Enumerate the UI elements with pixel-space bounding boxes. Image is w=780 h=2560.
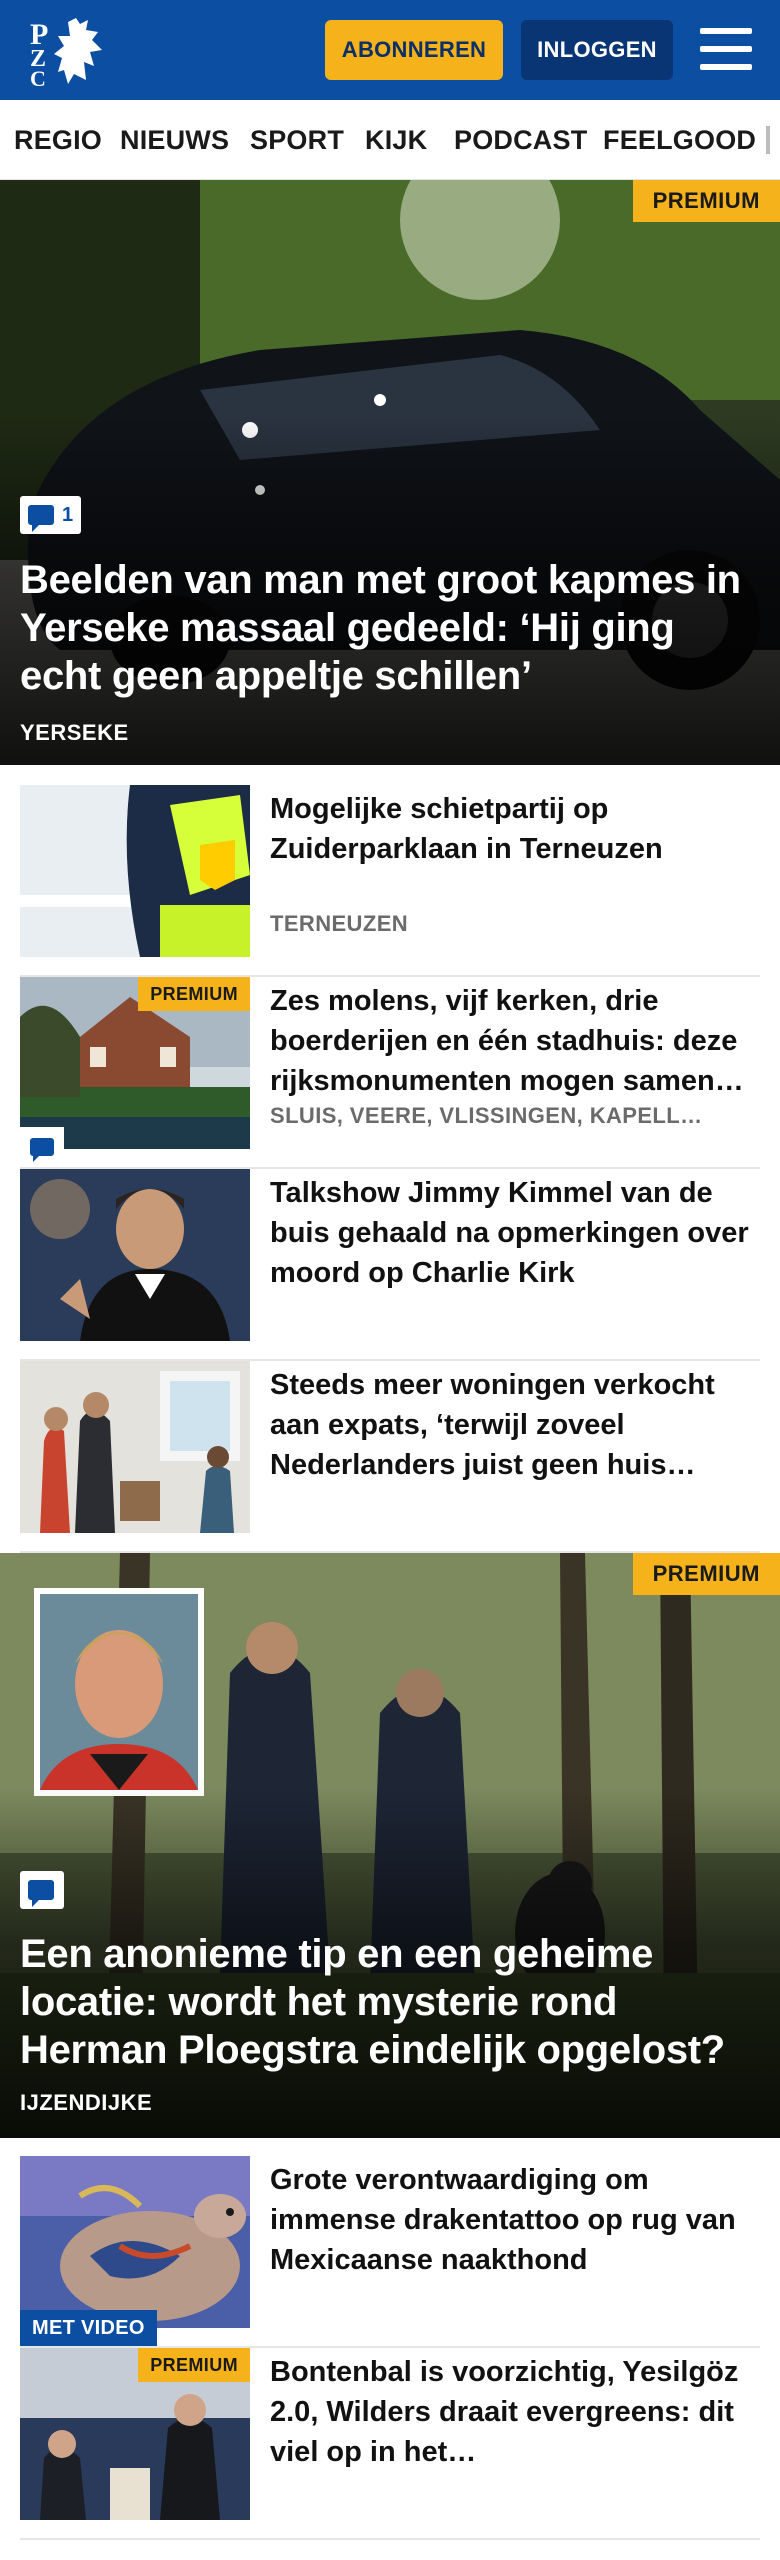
nav-overflow-hint [766,126,770,154]
video-badge: MET VIDEO [20,2310,157,2346]
comment-count: 1 [62,503,74,526]
hero-headline[interactable]: Een anonieme tip en een geheime locatie:… [20,1930,760,2074]
nav-item-kijk[interactable]: KIJK [365,100,427,179]
premium-badge: PREMIUM [632,180,780,222]
hero-article-ploegstra[interactable]: PREMIUM Een anonieme tip en een geheime … [0,1553,780,2138]
nav-item-feelgood[interactable]: FEELGOOD [603,100,756,179]
comment-badge[interactable] [20,1871,64,1909]
premium-badge: PREMIUM [138,2348,250,2382]
article-item-schietpartij[interactable]: Mogelijke schietpartij op Zuiderparklaan… [20,785,760,977]
comment-count-badge[interactable]: 1 [20,496,82,534]
article-title[interactable]: Grote verontwaardiging om immense draken… [270,2160,750,2280]
article-location: SLUIS, VEERE, VLISSINGEN, KAPELL… [270,1103,703,1128]
hero-headline[interactable]: Beelden van man met groot kapmes in Yers… [20,556,760,700]
article-item-rijksmonumenten[interactable]: PREMIUM Zes molens, vijf kerken, drie bo… [20,977,760,1169]
nav-item-nieuws[interactable]: NIEUWS [120,100,229,179]
subscribe-button[interactable]: ABONNEREN [325,20,503,80]
thumb-police-officer [20,785,250,957]
pzc-logo[interactable]: P Z C [28,14,114,88]
comment-icon [28,1880,54,1907]
article-item-drakentattoo[interactable]: MET VIDEO Grote verontwaardiging om imme… [20,2156,760,2348]
inset-portrait [40,1594,198,1790]
comment-icon [28,505,54,532]
comment-icon [30,1138,54,1162]
section-nav: REGIO NIEUWS SPORT KIJK PODCAST FEELGOOD [0,100,780,180]
site-header: P Z C ABONNEREN INLOGGEN [0,0,780,100]
article-title[interactable]: Zes molens, vijf kerken, drie boerderije… [270,981,750,1101]
nav-item-regio[interactable]: REGIO [14,100,102,179]
article-title[interactable]: Steeds meer woningen verkocht aan expats… [270,1365,750,1485]
thumb-jimmy-kimmel [20,1169,250,1341]
svg-text:C: C [30,66,46,88]
premium-badge: PREMIUM [138,977,250,1011]
inset-portrait-frame [34,1588,204,1796]
article-item-kimmel[interactable]: Talkshow Jimmy Kimmel van de buis gehaal… [20,1169,760,1361]
hamburger-menu-icon[interactable] [700,26,752,72]
nav-item-sport[interactable]: SPORT [250,100,344,179]
premium-badge: PREMIUM [632,1553,780,1595]
thumb-house-viewing [20,1361,250,1533]
hero-location: YERSEKE [20,720,129,745]
article-item-debat[interactable]: PREMIUM Bontenbal is voorzichtig, Yesilg… [20,2348,760,2540]
article-location: TERNEUZEN [270,911,409,936]
article-title[interactable]: Talkshow Jimmy Kimmel van de buis gehaal… [270,1173,750,1293]
hero-article-kapmes[interactable]: PREMIUM 1 Beelden van man met groot kapm… [0,180,780,765]
thumb-hairless-dog [20,2156,250,2328]
nav-item-podcast[interactable]: PODCAST [454,100,587,179]
article-item-expats[interactable]: Steeds meer woningen verkocht aan expats… [20,1361,760,1553]
article-title[interactable]: Bontenbal is voorzichtig, Yesilgöz 2.0, … [270,2352,750,2472]
login-button[interactable]: INLOGGEN [521,20,673,80]
hero-location: IJZENDIJKE [20,2090,153,2115]
comment-badge[interactable] [20,1127,64,1167]
article-title[interactable]: Mogelijke schietpartij op Zuiderparklaan… [270,789,750,869]
